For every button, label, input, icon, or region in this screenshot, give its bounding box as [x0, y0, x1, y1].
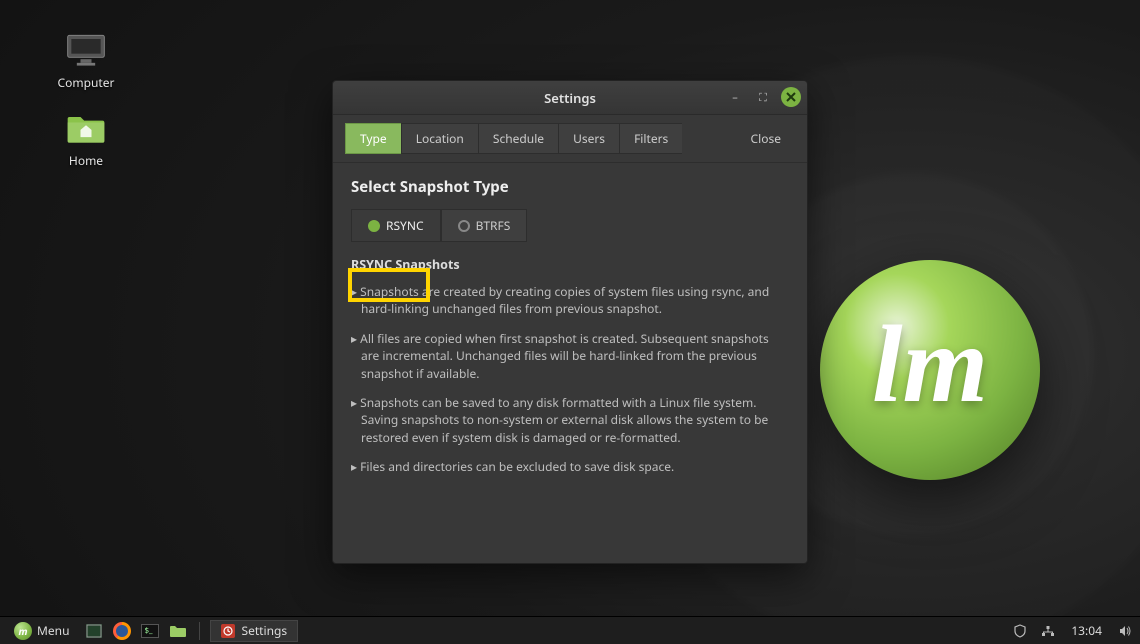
rsync-bullet-2: All files are copied when first snapshot… — [351, 330, 789, 382]
window-maximize-button[interactable]: ⛶ — [753, 87, 773, 107]
terminal-icon: $_ — [141, 624, 159, 638]
desktop-icon-home[interactable]: Home — [48, 108, 124, 169]
files-icon — [169, 624, 187, 638]
taskbar-app-settings[interactable]: Settings — [210, 620, 298, 642]
window-minimize-button[interactable]: – — [725, 87, 745, 107]
taskbar-separator — [199, 622, 200, 640]
tray-shield-icon[interactable] — [1011, 620, 1029, 642]
system-tray: 13:04 — [1011, 620, 1134, 642]
snapshot-type-row: RSYNC BTRFS — [351, 209, 789, 242]
show-desktop-button[interactable] — [83, 620, 105, 642]
radio-selected-icon — [368, 220, 380, 232]
menu-button-label: Menu — [37, 622, 69, 639]
tab-location[interactable]: Location — [401, 123, 478, 154]
snapshot-type-rsync-label: RSYNC — [386, 217, 424, 234]
terminal-launcher[interactable]: $_ — [139, 620, 161, 642]
firefox-icon — [113, 622, 131, 640]
rsync-bullet-1: Snapshots are created by creating copies… — [351, 283, 789, 318]
tab-type[interactable]: Type — [345, 123, 401, 154]
mint-logo-wallpaper: lm — [820, 260, 1040, 480]
rsync-bullet-4: Files and directories can be excluded to… — [351, 458, 789, 475]
desktop-icon-computer-label: Computer — [48, 74, 124, 91]
rsync-bullet-3: Snapshots can be saved to any disk forma… — [351, 394, 789, 446]
window-content: Select Snapshot Type RSYNC BTRFS RSYNC S… — [333, 163, 807, 563]
snapshot-type-btrfs[interactable]: BTRFS — [441, 209, 528, 242]
section-heading: Select Snapshot Type — [351, 177, 789, 197]
mint-logo-icon: m — [14, 622, 32, 640]
tab-users[interactable]: Users — [558, 123, 619, 154]
snapshot-type-btrfs-label: BTRFS — [476, 217, 511, 234]
timeshift-icon — [221, 624, 235, 638]
rsync-subheading: RSYNC Snapshots — [351, 256, 789, 273]
tab-schedule[interactable]: Schedule — [478, 123, 558, 154]
tray-volume-icon[interactable] — [1116, 620, 1134, 642]
desktop-icon-home-label: Home — [48, 152, 124, 169]
files-launcher[interactable] — [167, 620, 189, 642]
tray-clock[interactable]: 13:04 — [1067, 622, 1106, 639]
radio-unselected-icon — [458, 220, 470, 232]
window-titlebar[interactable]: Settings – ⛶ — [333, 81, 807, 115]
settings-window: Settings – ⛶ Type Location Schedule User… — [332, 80, 808, 564]
menu-button[interactable]: m Menu — [6, 620, 77, 642]
taskbar: m Menu $_ Settings 13:04 — [0, 616, 1140, 644]
firefox-launcher[interactable] — [111, 620, 133, 642]
home-folder-icon — [62, 108, 110, 148]
monitor-icon — [62, 30, 110, 70]
tab-row: Type Location Schedule Users Filters Clo… — [333, 115, 807, 163]
tray-network-icon[interactable] — [1039, 620, 1057, 642]
desktop-icon-computer[interactable]: Computer — [48, 30, 124, 91]
window-close-button[interactable] — [781, 87, 801, 107]
snapshot-type-rsync[interactable]: RSYNC — [351, 209, 441, 242]
tab-filters[interactable]: Filters — [619, 123, 682, 154]
taskbar-app-label: Settings — [241, 622, 287, 639]
close-button[interactable]: Close — [737, 124, 795, 153]
